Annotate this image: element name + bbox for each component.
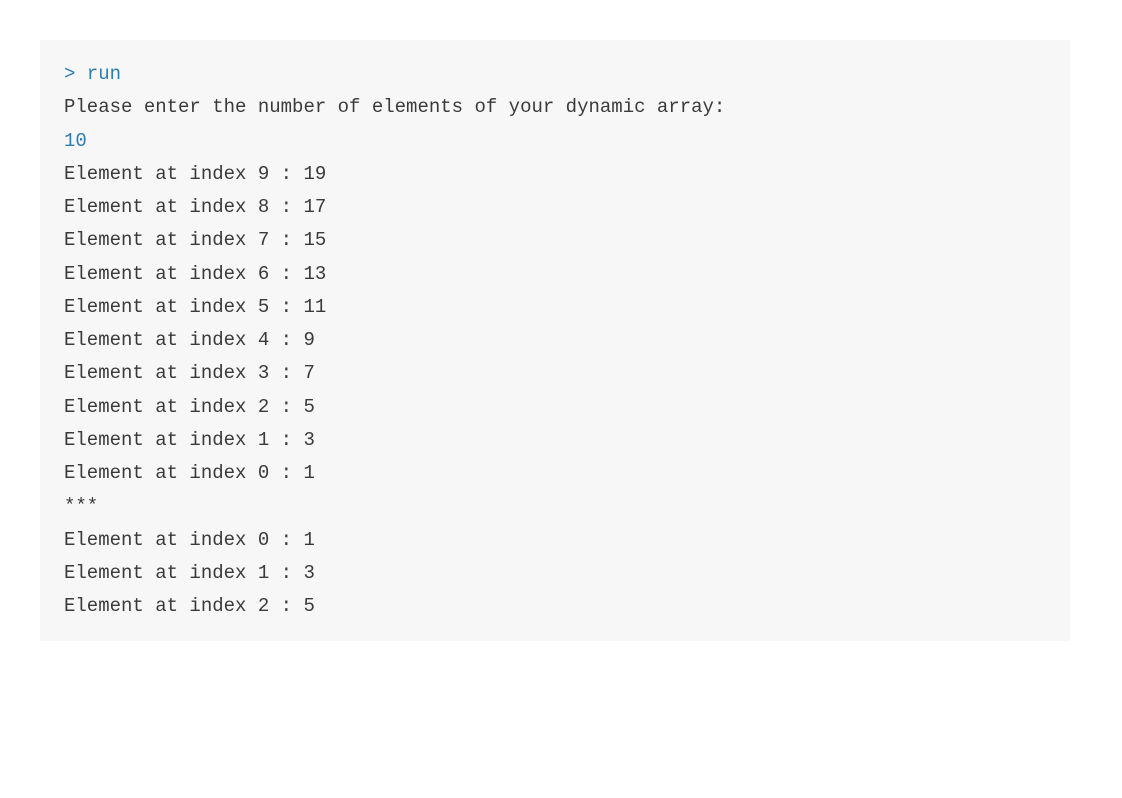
output-line: Element at index 8 : 17 bbox=[64, 196, 326, 218]
prompt-line: > run bbox=[64, 63, 121, 85]
user-input: 10 bbox=[64, 130, 87, 152]
output-line: Element at index 0 : 1 bbox=[64, 462, 315, 484]
output-line: Element at index 9 : 19 bbox=[64, 163, 326, 185]
output-line: Element at index 2 : 5 bbox=[64, 396, 315, 418]
prompt-question: Please enter the number of elements of y… bbox=[64, 96, 725, 118]
output-line: Element at index 0 : 1 bbox=[64, 529, 315, 551]
output-line: Element at index 3 : 7 bbox=[64, 362, 315, 384]
output-line: Element at index 2 : 5 bbox=[64, 595, 315, 617]
output-line: Element at index 6 : 13 bbox=[64, 263, 326, 285]
output-line: Element at index 4 : 9 bbox=[64, 329, 315, 351]
separator-line: *** bbox=[64, 495, 98, 517]
page: > run Please enter the number of element… bbox=[0, 0, 1122, 681]
terminal-output: > run Please enter the number of element… bbox=[40, 40, 1070, 641]
output-line: Element at index 5 : 11 bbox=[64, 296, 326, 318]
output-line: Element at index 1 : 3 bbox=[64, 562, 315, 584]
output-line: Element at index 1 : 3 bbox=[64, 429, 315, 451]
output-line: Element at index 7 : 15 bbox=[64, 229, 326, 251]
